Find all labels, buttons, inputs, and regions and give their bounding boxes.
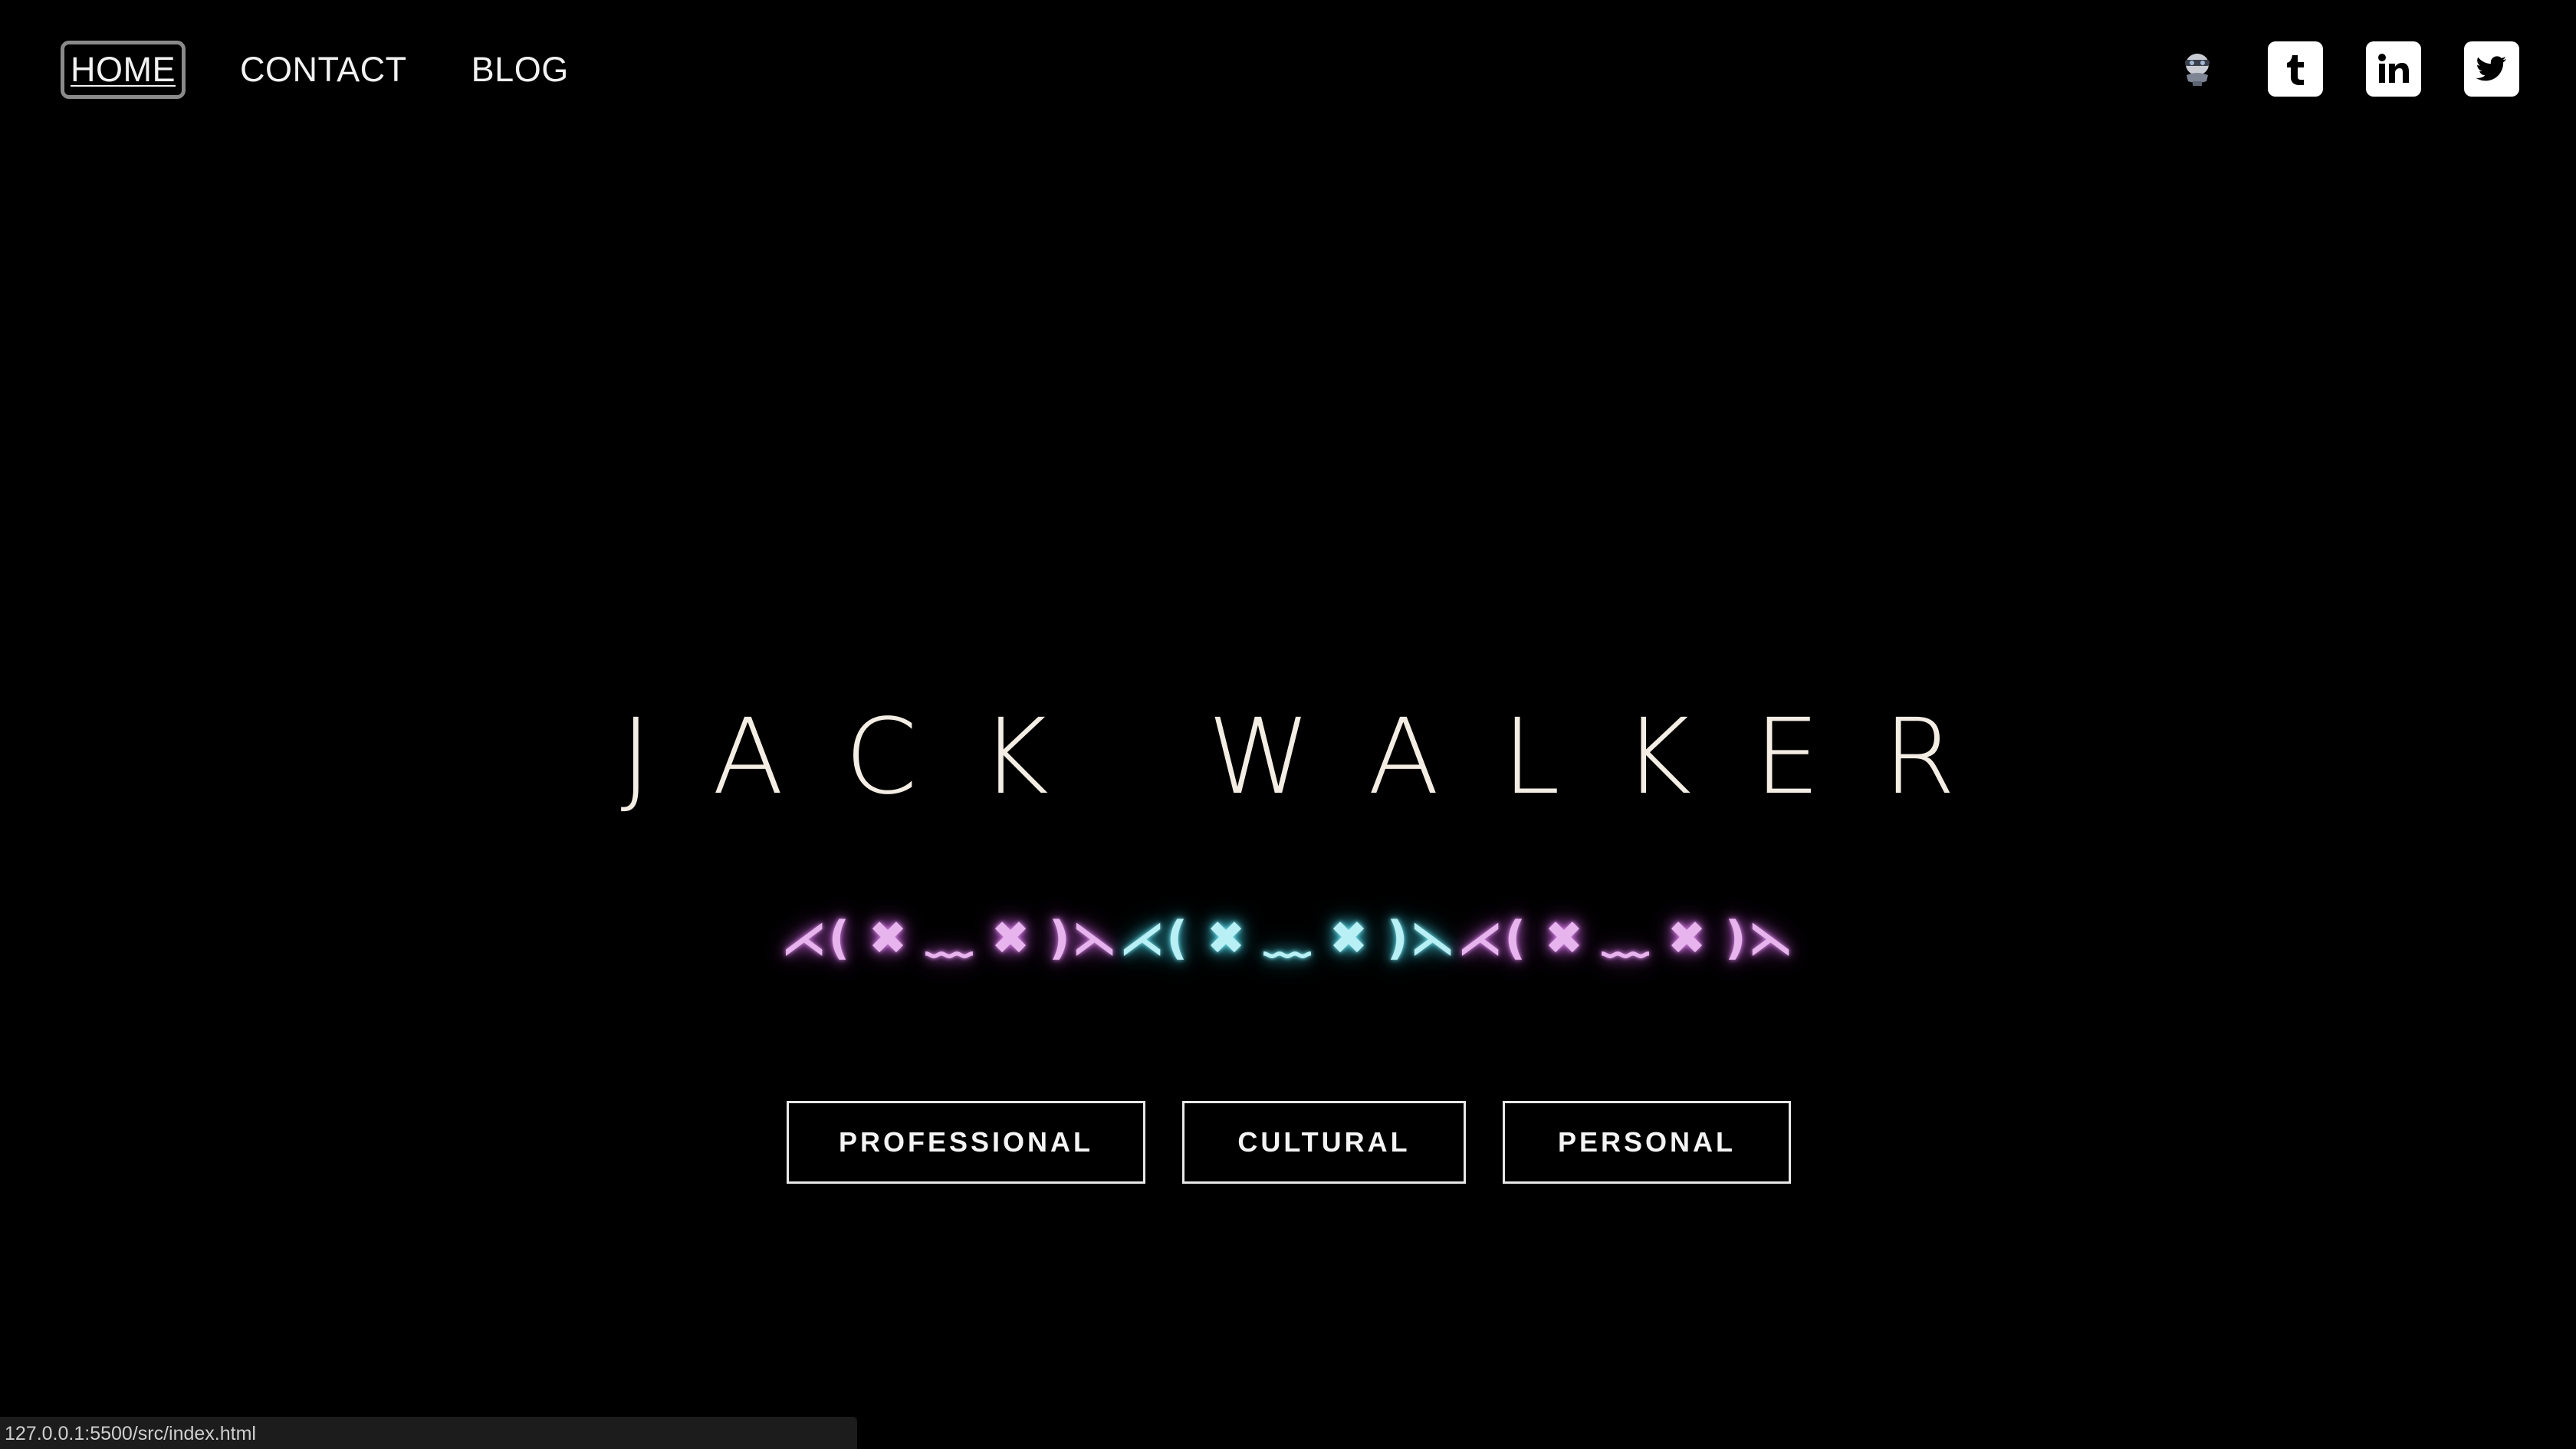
- main-nav: HOME CONTACT BLOG: [61, 41, 575, 99]
- nav-blog-link[interactable]: BLOG: [465, 44, 575, 95]
- skull-avatar-icon[interactable]: [2170, 41, 2225, 97]
- kaomoji-pink-1: ⋌( ✖ ﹏ ✖ )⋋: [780, 912, 1119, 965]
- tumblr-icon[interactable]: [2268, 41, 2323, 97]
- cultural-button[interactable]: CULTURAL: [1182, 1101, 1466, 1184]
- nav-home-link[interactable]: HOME: [61, 41, 186, 99]
- nav-contact-link[interactable]: CONTACT: [234, 44, 413, 95]
- twitter-icon[interactable]: [2464, 41, 2519, 97]
- status-bar-url: 127.0.0.1:5500/src/index.html: [0, 1417, 857, 1449]
- kaomoji-pink-2: ⋌( ✖ ﹏ ✖ )⋋: [1457, 912, 1796, 965]
- personal-button[interactable]: PERSONAL: [1503, 1101, 1791, 1184]
- kaomoji-cyan: ⋌( ✖ ﹏ ✖ )⋋: [1119, 912, 1457, 965]
- hero-name: JACK WALKER: [620, 697, 2019, 818]
- social-links: [2170, 41, 2519, 97]
- page: HOME CONTACT BLOG JACK WALKER ⋌(✖ ﹏ ✖)…: [0, 0, 2576, 1449]
- category-buttons: PROFESSIONAL CULTURAL PERSONAL: [0, 1101, 2576, 1184]
- professional-button[interactable]: PROFESSIONAL: [787, 1101, 1145, 1184]
- kaomoji-banner: ⋌( ✖ ﹏ ✖ )⋋ ⋌( ✖ ﹏ ✖ )⋋ ⋌( ✖ ﹏ ✖ )⋋: [0, 901, 2576, 968]
- linkedin-icon[interactable]: [2366, 41, 2421, 97]
